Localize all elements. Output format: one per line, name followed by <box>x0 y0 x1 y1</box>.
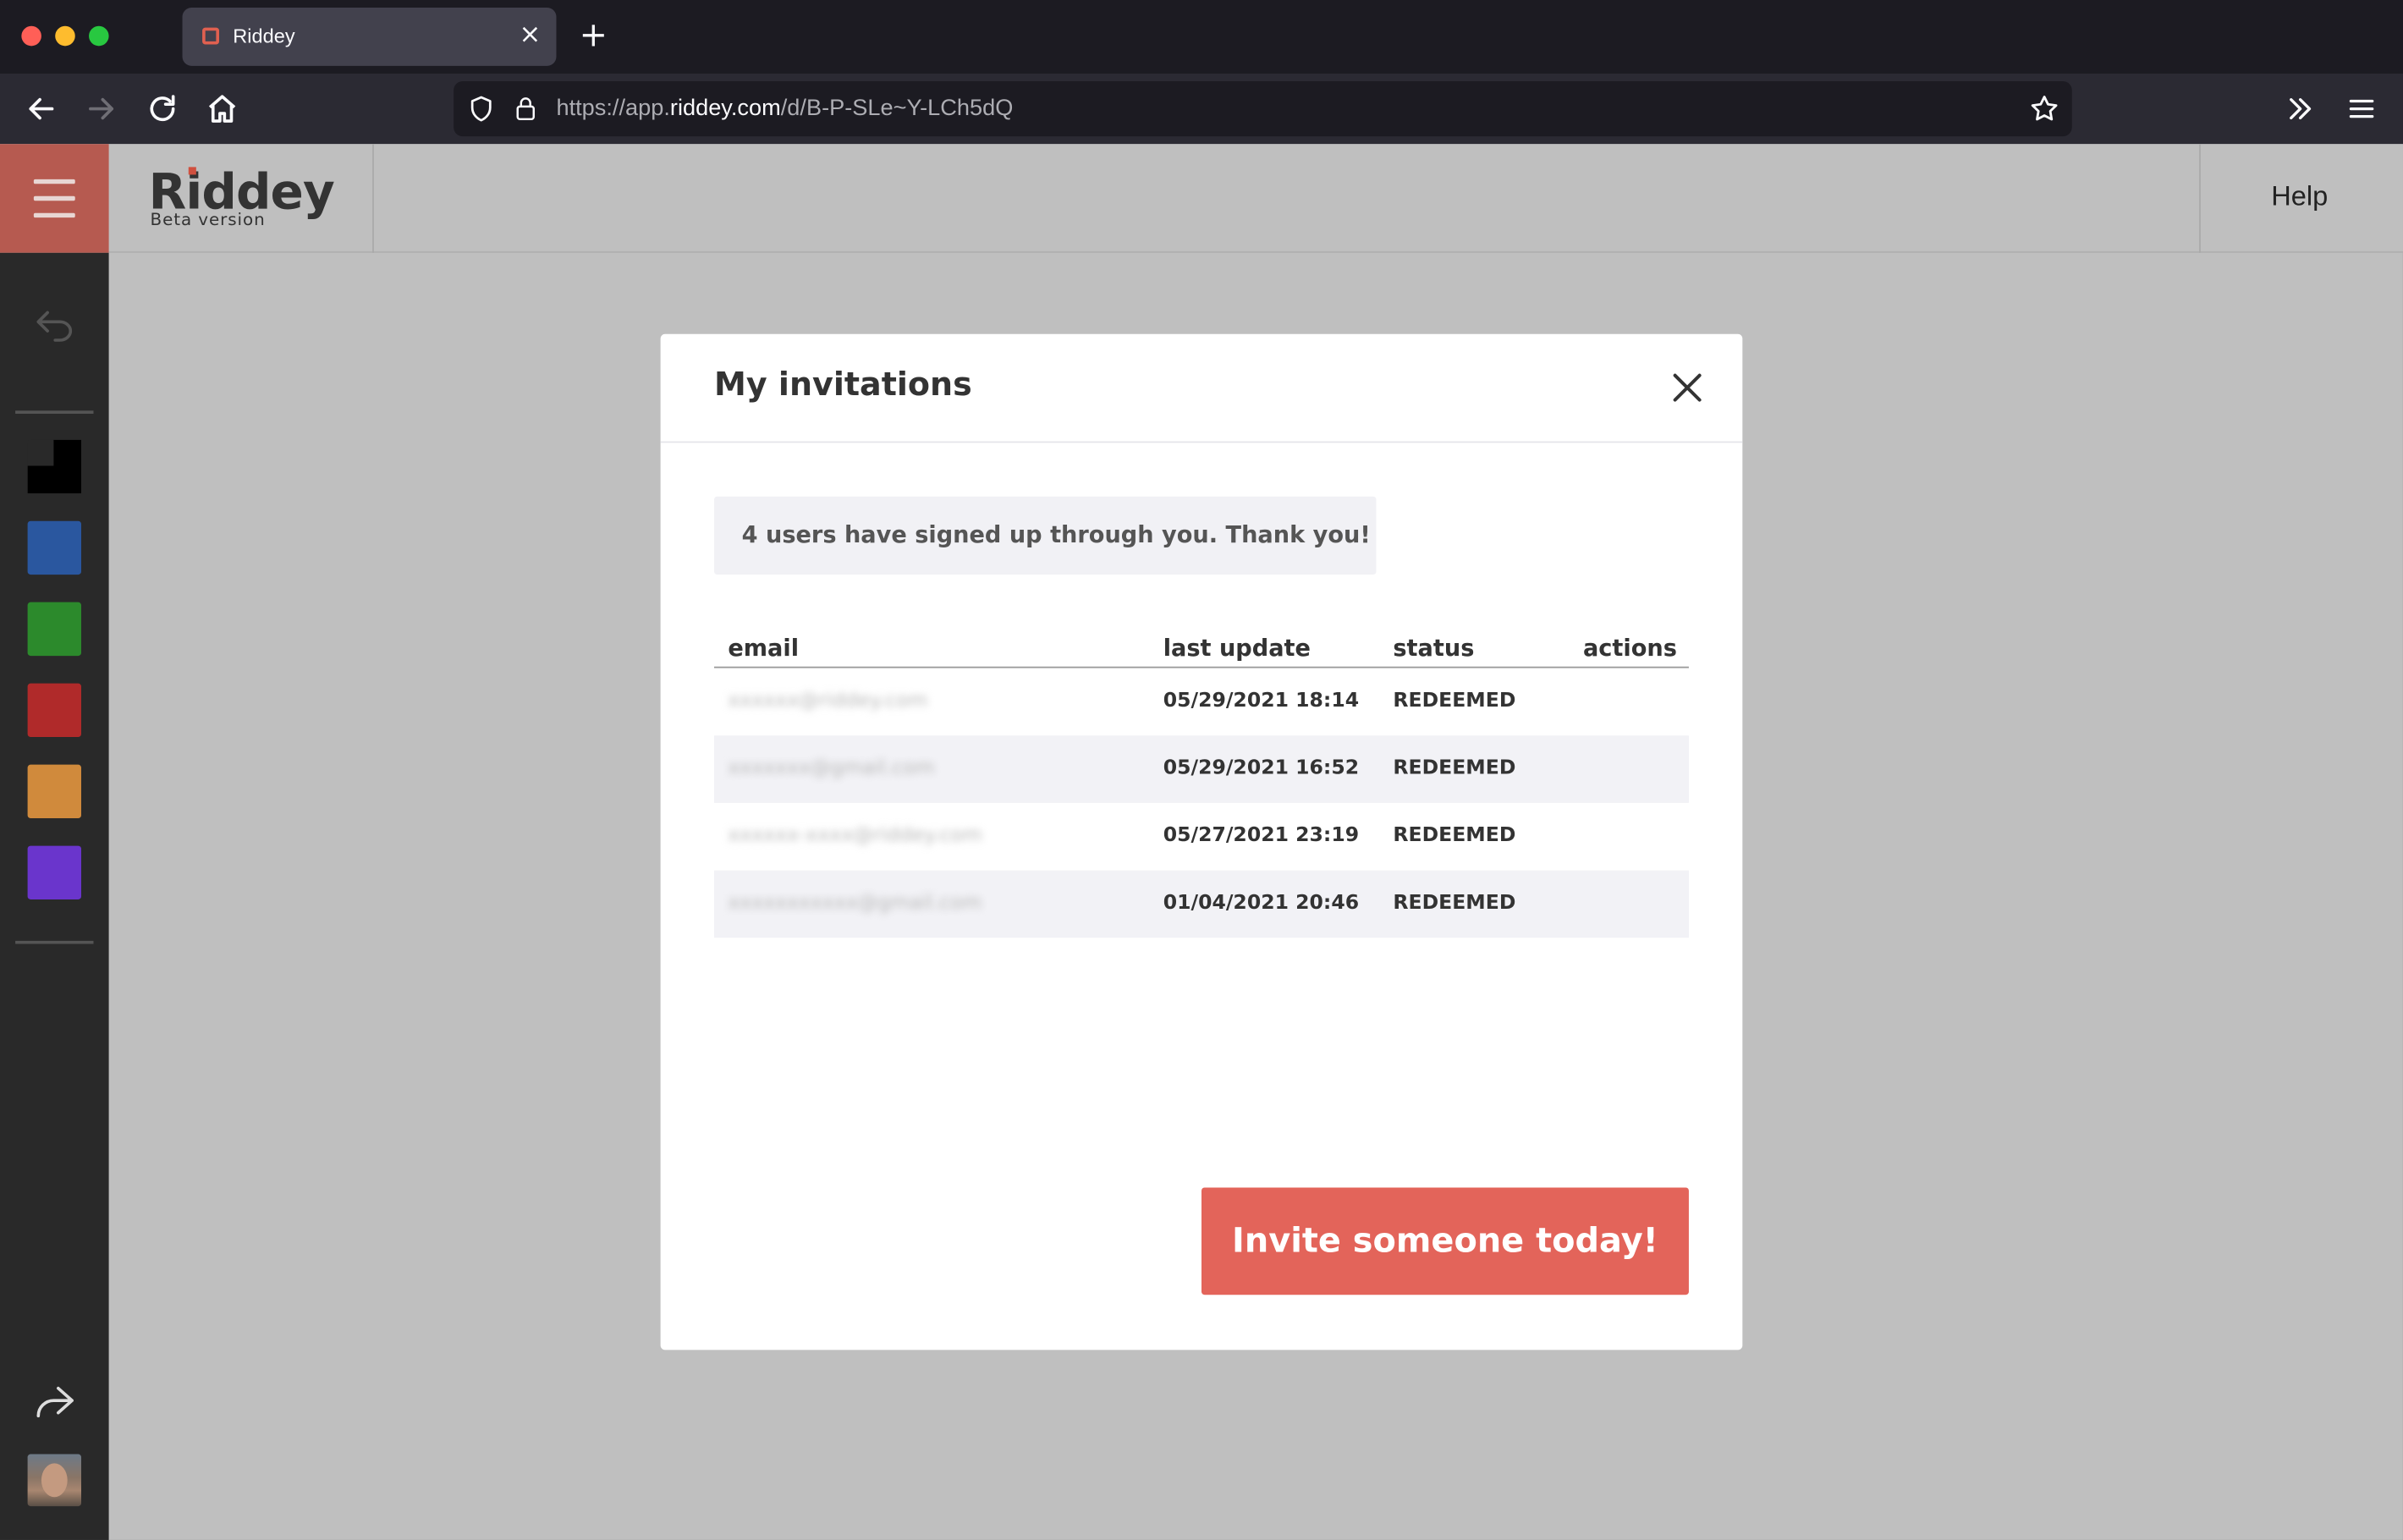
row-last-update: 05/29/2021 16:52 <box>1163 756 1360 780</box>
tab-close-icon[interactable]: × <box>520 20 542 51</box>
invitations-modal: My invitations 4 users have signed up th… <box>660 333 1743 1350</box>
overflow-chevrons-icon[interactable] <box>2282 91 2318 127</box>
column-header-last-update: last update <box>1163 634 1311 663</box>
hamburger-menu-button[interactable] <box>0 144 109 253</box>
column-header-actions: actions <box>1582 634 1677 663</box>
app-canvas: Riddey Beta version Help My invitations … <box>0 144 2403 1540</box>
url-path: /d/B-P-SLe~Y-LCh5dQ <box>780 95 1014 122</box>
sidebar-divider <box>15 410 94 414</box>
row-status: REDEEMED <box>1393 891 1516 916</box>
row-email: xxxxxx-xxxx@riddey.com <box>728 824 982 848</box>
invitations-table: email last update status actions xxxxxx@… <box>714 631 1689 938</box>
window-close-button[interactable] <box>21 25 41 47</box>
hamburger-line <box>33 195 75 201</box>
signup-notice-text: 4 users have signed up through you. Than… <box>741 520 1371 549</box>
row-email: xxxxxx@riddey.com <box>728 689 928 713</box>
column-header-email: email <box>728 634 800 663</box>
table-row: xxxxxx@riddey.com 05/29/2021 18:14 REDEE… <box>714 668 1689 736</box>
url-prefix: https://app. <box>556 95 670 122</box>
app-menu-icon[interactable] <box>2343 91 2379 127</box>
tool-sidebar <box>0 252 109 1540</box>
table-row: xxxxxxxxxxx@gmail.com 01/04/2021 20:46 R… <box>714 870 1689 938</box>
window-minimize-button[interactable] <box>55 25 75 47</box>
row-status: REDEEMED <box>1393 756 1516 780</box>
brand-logo[interactable]: Riddey Beta version <box>109 144 374 253</box>
hamburger-line <box>33 212 75 218</box>
sidebar-divider <box>15 940 94 944</box>
swatch-green[interactable] <box>27 602 81 657</box>
reload-icon[interactable] <box>144 91 180 127</box>
help-link[interactable]: Help <box>2271 181 2328 213</box>
swatch-purple[interactable] <box>27 845 81 899</box>
row-status: REDEEMED <box>1393 824 1516 848</box>
help-area: Help <box>2199 144 2403 253</box>
url-domain: riddey.com <box>669 95 781 122</box>
screen: Riddey × + https://app.riddey.com/d/B-P-… <box>0 0 2403 1540</box>
close-icon[interactable] <box>1668 368 1707 408</box>
new-tab-icon[interactable]: + <box>580 17 608 57</box>
table-row: xxxxxxx@gmail.com 05/29/2021 16:52 REDEE… <box>714 735 1689 803</box>
modal-header: My invitations <box>660 334 1743 443</box>
row-email: xxxxxxx@gmail.com <box>728 756 935 780</box>
forward-arrow-icon[interactable] <box>83 91 119 127</box>
brand-accent-dot <box>188 167 196 175</box>
black-swatch-shape <box>27 439 81 494</box>
shield-icon[interactable] <box>466 93 497 124</box>
tab-title: Riddey <box>233 24 295 48</box>
share-arrow-icon[interactable] <box>32 1383 78 1420</box>
swatch-orange[interactable] <box>27 764 81 819</box>
home-icon[interactable] <box>204 91 240 127</box>
browser-tabbar: Riddey × + <box>0 0 2403 74</box>
table-row: xxxxxx-xxxx@riddey.com 05/27/2021 23:19 … <box>714 803 1689 871</box>
swatch-red[interactable] <box>27 683 81 738</box>
row-last-update: 05/29/2021 18:14 <box>1163 689 1360 713</box>
signup-notice: 4 users have signed up through you. Than… <box>714 496 1377 575</box>
swatch-black[interactable] <box>27 439 81 494</box>
brand-subtitle: Beta version <box>150 210 266 230</box>
window-maximize-button[interactable] <box>89 25 109 47</box>
swatch-blue[interactable] <box>27 520 81 575</box>
url-bar[interactable]: https://app.riddey.com/d/B-P-SLe~Y-LCh5d… <box>454 80 2072 137</box>
lock-icon[interactable] <box>512 93 540 124</box>
row-last-update: 01/04/2021 20:46 <box>1163 891 1360 916</box>
column-header-status: status <box>1393 634 1475 663</box>
table-header: email last update status actions <box>714 631 1689 668</box>
riddey-favicon-icon <box>202 27 220 45</box>
invite-someone-button[interactable]: Invite someone today! <box>1201 1187 1689 1295</box>
url-text[interactable]: https://app.riddey.com/d/B-P-SLe~Y-LCh5d… <box>556 95 1013 121</box>
modal-title: My invitations <box>714 366 972 404</box>
app-header: Riddey Beta version Help <box>0 144 2403 253</box>
row-last-update: 05/27/2021 23:19 <box>1163 824 1360 848</box>
back-arrow-icon[interactable] <box>23 91 59 127</box>
bookmark-star-icon[interactable] <box>2027 92 2061 126</box>
browser-navbar: https://app.riddey.com/d/B-P-SLe~Y-LCh5d… <box>0 73 2403 145</box>
hamburger-line <box>33 179 75 184</box>
row-status: REDEEMED <box>1393 689 1516 713</box>
browser-tab[interactable]: Riddey × <box>182 8 557 66</box>
row-email: xxxxxxxxxxx@gmail.com <box>728 891 982 916</box>
undo-icon[interactable] <box>34 308 77 342</box>
user-avatar[interactable] <box>27 1454 81 1507</box>
